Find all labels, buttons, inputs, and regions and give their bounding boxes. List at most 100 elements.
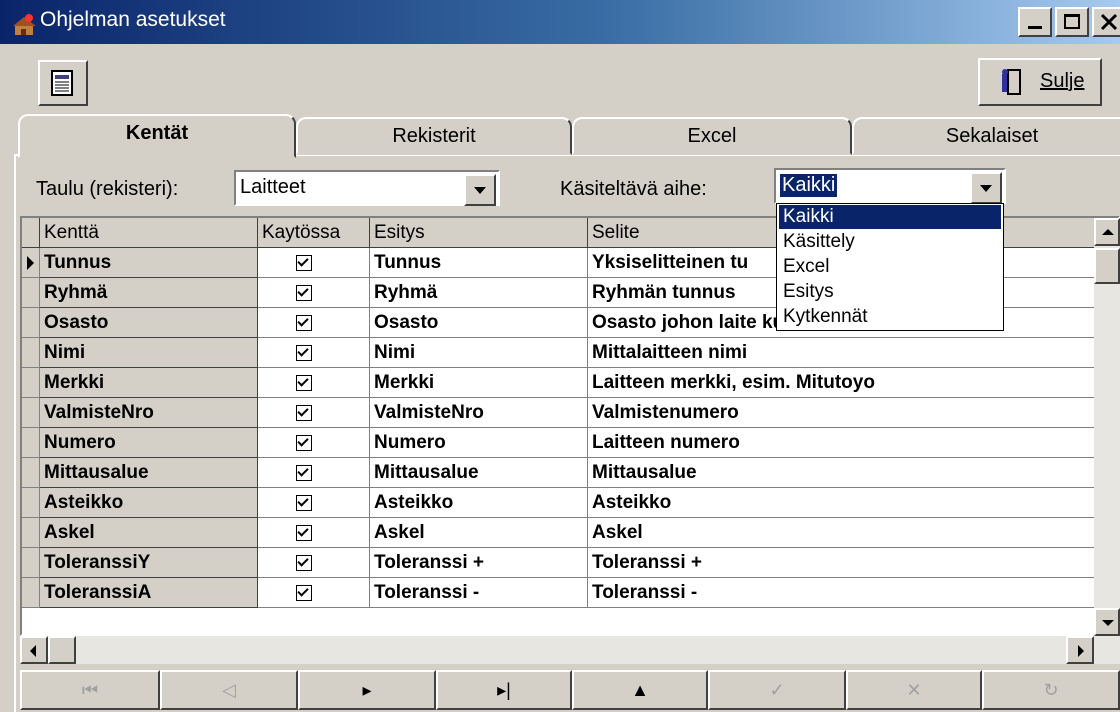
checkbox-checked-icon[interactable] — [296, 525, 312, 541]
table-cell-display[interactable]: ValmisteNro — [370, 398, 588, 428]
row-indicator[interactable] — [22, 308, 40, 338]
nav-post-button[interactable]: ✓ — [708, 670, 846, 710]
header-enabled[interactable]: Kaytössa — [258, 218, 370, 248]
row-indicator[interactable] — [22, 398, 40, 428]
checkbox-checked-icon[interactable] — [296, 585, 312, 601]
table-cell-display[interactable]: Osasto — [370, 308, 588, 338]
scroll-down-button[interactable] — [1094, 608, 1120, 636]
table-cell-field[interactable]: Merkki — [40, 368, 258, 398]
checkbox-checked-icon[interactable] — [296, 435, 312, 451]
row-indicator[interactable] — [22, 548, 40, 578]
table-cell-field[interactable]: Asteikko — [40, 488, 258, 518]
row-indicator[interactable] — [22, 338, 40, 368]
checkbox-checked-icon[interactable] — [296, 315, 312, 331]
table-cell-field[interactable]: Tunnus — [40, 248, 258, 278]
table-cell-enabled[interactable] — [258, 518, 370, 548]
table-cell-display[interactable]: Numero — [370, 428, 588, 458]
table-cell-display[interactable]: Ryhmä — [370, 278, 588, 308]
checkbox-checked-icon[interactable] — [296, 555, 312, 571]
header-display[interactable]: Esitys — [370, 218, 588, 248]
table-cell-display[interactable]: Toleranssi + — [370, 548, 588, 578]
table-select-dropdown-button[interactable] — [464, 174, 496, 206]
table-cell-field[interactable]: Osasto — [40, 308, 258, 338]
tab-excel[interactable]: Excel — [572, 117, 852, 155]
table-cell-enabled[interactable] — [258, 278, 370, 308]
table-cell-field[interactable]: Mittausalue — [40, 458, 258, 488]
table-cell-description[interactable]: Laitteen merkki, esim. Mitutoyo — [588, 368, 1108, 398]
row-indicator[interactable] — [22, 488, 40, 518]
minimize-button[interactable] — [1018, 7, 1052, 37]
checkbox-checked-icon[interactable] — [296, 375, 312, 391]
table-cell-enabled[interactable] — [258, 338, 370, 368]
nav-cancel-button[interactable]: ✕ — [846, 670, 982, 710]
tab-misc[interactable]: Sekalaiset — [852, 117, 1120, 155]
table-cell-description[interactable]: Mittalaitteen nimi — [588, 338, 1108, 368]
table-cell-display[interactable]: Nimi — [370, 338, 588, 368]
tab-fields[interactable]: Kentät — [18, 114, 296, 158]
table-cell-enabled[interactable] — [258, 488, 370, 518]
dropdown-option[interactable]: Kaikki — [779, 205, 1001, 229]
report-button[interactable] — [38, 60, 88, 106]
dropdown-option[interactable]: Kytkennät — [779, 305, 1001, 329]
table-cell-display[interactable]: Toleranssi - — [370, 578, 588, 608]
header-field[interactable]: Kenttä — [40, 218, 258, 248]
nav-last-button[interactable]: ▸| — [436, 670, 572, 710]
checkbox-checked-icon[interactable] — [296, 255, 312, 271]
table-cell-display[interactable]: Tunnus — [370, 248, 588, 278]
table-cell-field[interactable]: Numero — [40, 428, 258, 458]
nav-insert-button[interactable]: ▲ — [572, 670, 708, 710]
row-indicator[interactable] — [22, 458, 40, 488]
scroll-thumb-horizontal[interactable] — [48, 636, 76, 664]
table-cell-field[interactable]: ToleranssiA — [40, 578, 258, 608]
table-cell-field[interactable]: Ryhmä — [40, 278, 258, 308]
table-cell-enabled[interactable] — [258, 398, 370, 428]
table-cell-description[interactable]: Valmistenumero — [588, 398, 1108, 428]
scroll-right-button[interactable] — [1066, 636, 1094, 664]
table-cell-display[interactable]: Askel — [370, 518, 588, 548]
table-cell-description[interactable]: Asteikko — [588, 488, 1108, 518]
dropdown-option[interactable]: Esitys — [779, 280, 1001, 304]
close-button[interactable] — [1092, 7, 1120, 37]
row-indicator[interactable] — [22, 278, 40, 308]
row-indicator[interactable] — [22, 518, 40, 548]
table-cell-description[interactable]: Toleranssi - — [588, 578, 1108, 608]
row-indicator[interactable] — [22, 248, 40, 278]
table-cell-enabled[interactable] — [258, 308, 370, 338]
table-cell-description[interactable]: Mittausalue — [588, 458, 1108, 488]
table-cell-enabled[interactable] — [258, 368, 370, 398]
dropdown-option[interactable]: Excel — [779, 255, 1001, 279]
table-cell-description[interactable]: Toleranssi + — [588, 548, 1108, 578]
nav-refresh-button[interactable]: ↻ — [982, 670, 1120, 710]
scroll-up-button[interactable] — [1094, 218, 1120, 246]
table-cell-enabled[interactable] — [258, 458, 370, 488]
table-cell-field[interactable]: Nimi — [40, 338, 258, 368]
checkbox-checked-icon[interactable] — [296, 465, 312, 481]
table-cell-field[interactable]: Askel — [40, 518, 258, 548]
row-indicator[interactable] — [22, 368, 40, 398]
table-cell-field[interactable]: ToleranssiY — [40, 548, 258, 578]
checkbox-checked-icon[interactable] — [296, 345, 312, 361]
vertical-scrollbar[interactable] — [1094, 218, 1120, 636]
table-cell-display[interactable]: Mittausalue — [370, 458, 588, 488]
table-cell-description[interactable]: Laitteen numero — [588, 428, 1108, 458]
dropdown-option[interactable]: Käsittely — [779, 230, 1001, 254]
horizontal-scrollbar[interactable] — [20, 636, 1120, 664]
tab-registers[interactable]: Rekisterit — [296, 117, 572, 155]
nav-first-button[interactable]: ⏮ — [20, 670, 160, 710]
table-cell-description[interactable]: Askel — [588, 518, 1108, 548]
table-cell-enabled[interactable] — [258, 428, 370, 458]
table-cell-enabled[interactable] — [258, 248, 370, 278]
scroll-left-button[interactable] — [20, 636, 48, 664]
nav-prior-button[interactable]: ◁ — [160, 670, 298, 710]
maximize-button[interactable] — [1055, 7, 1089, 37]
table-cell-enabled[interactable] — [258, 548, 370, 578]
checkbox-checked-icon[interactable] — [296, 285, 312, 301]
checkbox-checked-icon[interactable] — [296, 405, 312, 421]
table-select[interactable]: Laitteet — [234, 170, 500, 206]
table-cell-display[interactable]: Asteikko — [370, 488, 588, 518]
table-cell-enabled[interactable] — [258, 578, 370, 608]
table-cell-display[interactable]: Merkki — [370, 368, 588, 398]
row-indicator[interactable] — [22, 428, 40, 458]
checkbox-checked-icon[interactable] — [296, 495, 312, 511]
nav-next-button[interactable]: ▸ — [298, 670, 436, 710]
